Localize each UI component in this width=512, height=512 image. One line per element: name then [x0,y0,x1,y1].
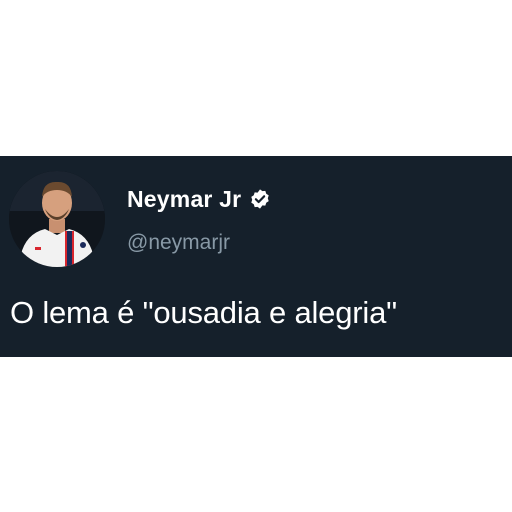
avatar-image [9,171,105,267]
verified-badge-icon [249,188,271,210]
tweet-card: Neymar Jr @neymarjr O lema é "ousadia e … [0,156,512,357]
avatar[interactable] [9,171,105,267]
author-row: Neymar Jr [127,184,271,214]
author-handle[interactable]: @neymarjr [127,231,230,255]
author-name[interactable]: Neymar Jr [127,186,241,213]
tweet-text: O lema é "ousadia e alegria" [10,295,397,330]
